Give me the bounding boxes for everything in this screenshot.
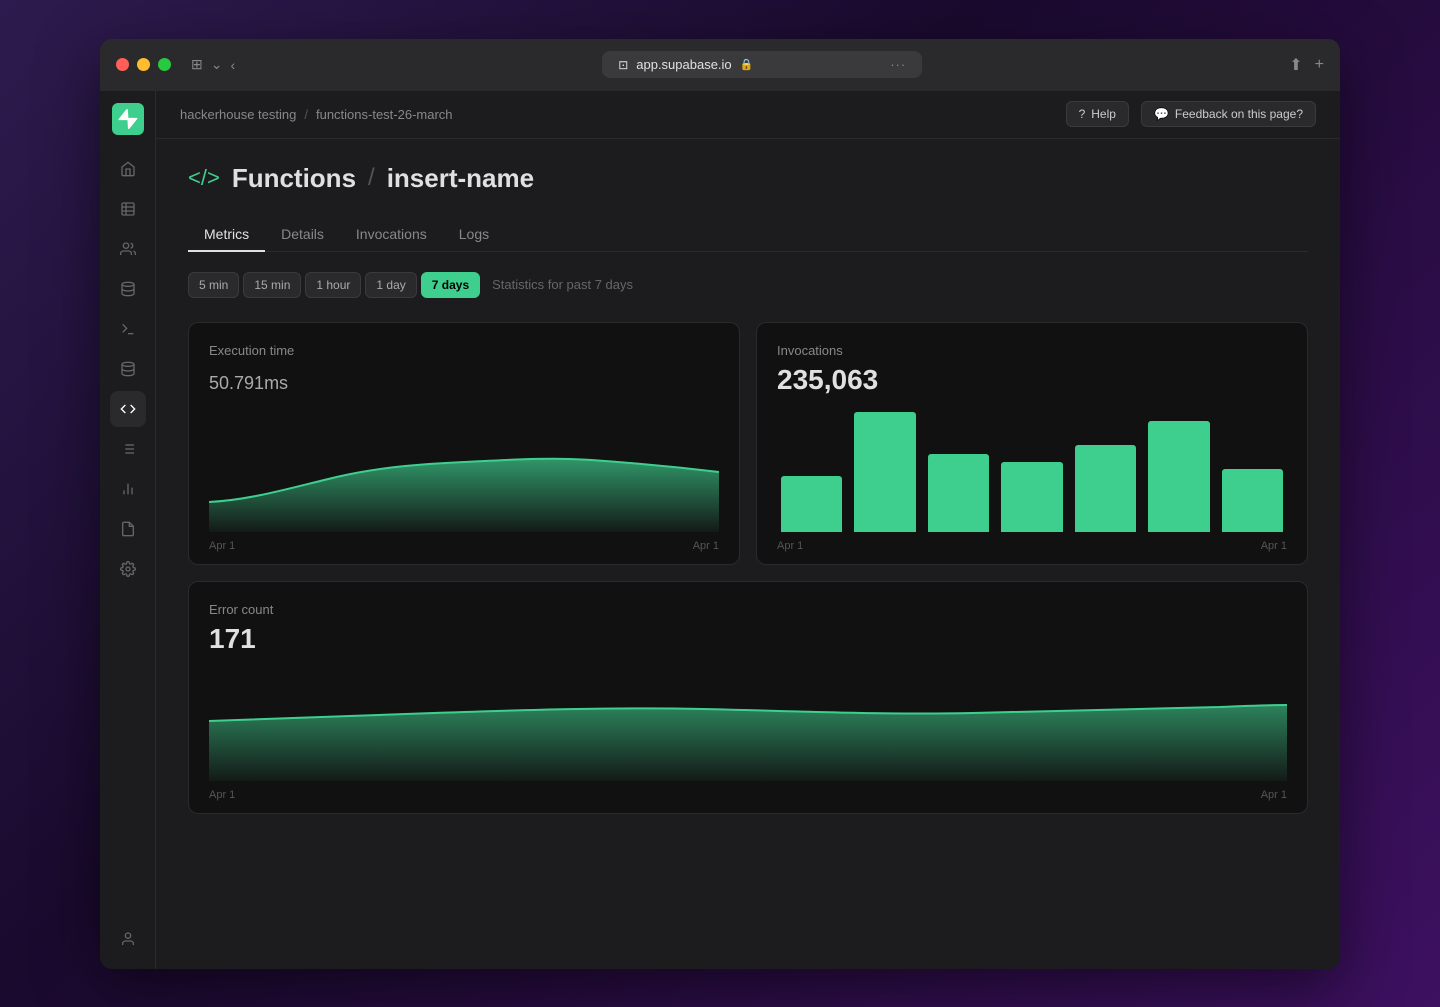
titlebar-controls: ⊞ ⌄ ‹ <box>191 56 235 73</box>
bar-4 <box>1001 462 1062 532</box>
help-icon: ? <box>1079 107 1086 121</box>
close-button[interactable] <box>116 58 129 71</box>
top-nav: hackerhouse testing / functions-test-26-… <box>156 91 1340 139</box>
error-count-dates: Apr 1 Apr 1 <box>209 789 1287 801</box>
sidebar-item-users[interactable] <box>110 231 146 267</box>
bar-5 <box>1075 445 1136 531</box>
sidebar-item-storage[interactable] <box>110 271 146 307</box>
time-filter: 5 min 15 min 1 hour 1 day 7 days Statist… <box>188 272 1308 298</box>
page-header: </> Functions / insert-name <box>188 163 1308 194</box>
sidebar-item-database[interactable] <box>110 351 146 387</box>
page-title: Functions <box>232 163 356 194</box>
content-area: </> Functions / insert-name Metrics Deta… <box>156 139 1340 969</box>
error-count-value: 171 <box>209 623 1287 655</box>
maximize-button[interactable] <box>158 58 171 71</box>
sidebar-item-profile[interactable] <box>110 921 146 957</box>
sidebar <box>100 91 156 969</box>
sidebar-item-settings[interactable] <box>110 551 146 587</box>
share-icon[interactable]: ⬆ <box>1289 55 1302 75</box>
execution-time-card: Execution time 50.791ms <box>188 322 740 565</box>
sidebar-item-home[interactable] <box>110 151 146 187</box>
breadcrumb-page[interactable]: functions-test-26-march <box>316 107 453 122</box>
chat-icon: 💬 <box>1154 107 1169 121</box>
bar-3 <box>928 454 989 532</box>
titlebar: ⊞ ⌄ ‹ ⊡ app.supabase.io 🔒 ··· ⬆ + <box>100 39 1340 91</box>
sidebar-item-logs[interactable] <box>110 431 146 467</box>
sidebar-item-reports[interactable] <box>110 471 146 507</box>
tab-nav: Metrics Details Invocations Logs <box>188 218 1308 252</box>
feedback-button[interactable]: 💬 Feedback on this page? <box>1141 101 1316 127</box>
traffic-lights <box>116 58 171 71</box>
page-subtitle: insert-name <box>387 163 534 194</box>
filter-15min[interactable]: 15 min <box>243 272 301 298</box>
url-display[interactable]: ⊡ app.supabase.io 🔒 ··· <box>602 51 922 78</box>
page-title-sep: / <box>368 164 375 192</box>
tab-logs[interactable]: Logs <box>443 218 505 252</box>
supabase-logo[interactable] <box>112 103 144 135</box>
titlebar-right: ⬆ + <box>1289 55 1324 75</box>
invocations-card: Invocations 235,063 Apr 1 <box>756 322 1308 565</box>
bar-6 <box>1148 421 1209 531</box>
breadcrumb-project[interactable]: hackerhouse testing <box>180 107 296 122</box>
tab-metrics[interactable]: Metrics <box>188 218 265 252</box>
more-dots-icon[interactable]: ··· <box>890 57 906 72</box>
tab-details[interactable]: Details <box>265 218 340 252</box>
bar-7 <box>1222 469 1283 531</box>
breadcrumb-sep1: / <box>304 107 308 122</box>
filter-5min[interactable]: 5 min <box>188 272 239 298</box>
invocations-label: Invocations <box>777 343 1287 358</box>
execution-time-value: 50.791ms <box>209 364 719 396</box>
chevron-down-icon[interactable]: ⌄ <box>211 56 223 73</box>
invocations-bar-chart <box>777 412 1287 532</box>
filter-1day[interactable]: 1 day <box>365 272 416 298</box>
bar-2 <box>854 412 915 532</box>
page-icon: ⊡ <box>618 58 628 72</box>
filter-1hour[interactable]: 1 hour <box>305 272 361 298</box>
error-count-card: Error count 171 <box>188 581 1308 814</box>
top-nav-right: ? Help 💬 Feedback on this page? <box>1066 101 1316 127</box>
address-bar: ⊡ app.supabase.io 🔒 ··· <box>247 51 1277 78</box>
tab-invocations[interactable]: Invocations <box>340 218 443 252</box>
app-window: ⊞ ⌄ ‹ ⊡ app.supabase.io 🔒 ··· ⬆ + <box>100 39 1340 969</box>
bar-1 <box>781 476 842 531</box>
back-icon[interactable]: ‹ <box>230 57 235 73</box>
main-layout: hackerhouse testing / functions-test-26-… <box>100 91 1340 969</box>
sidebar-item-table[interactable] <box>110 191 146 227</box>
breadcrumb: hackerhouse testing / functions-test-26-… <box>180 107 453 122</box>
error-count-chart <box>209 671 1287 781</box>
sidebar-item-functions[interactable] <box>110 391 146 427</box>
functions-icon: </> <box>188 165 220 191</box>
lock-icon: 🔒 <box>740 58 754 71</box>
new-tab-icon[interactable]: + <box>1315 56 1324 74</box>
charts-grid: Execution time 50.791ms <box>188 322 1308 565</box>
invocations-dates: Apr 1 Apr 1 <box>777 540 1287 552</box>
execution-time-label: Execution time <box>209 343 719 358</box>
url-text: app.supabase.io <box>636 57 731 72</box>
error-count-label: Error count <box>209 602 1287 617</box>
minimize-button[interactable] <box>137 58 150 71</box>
filter-7days[interactable]: 7 days <box>421 272 480 298</box>
execution-time-chart <box>209 412 719 532</box>
stats-period-label: Statistics for past 7 days <box>492 277 633 292</box>
execution-time-dates: Apr 1 Apr 1 <box>209 540 719 552</box>
help-button[interactable]: ? Help <box>1066 101 1129 127</box>
invocations-value: 235,063 <box>777 364 1287 396</box>
sidebar-toggle-icon[interactable]: ⊞ <box>191 56 203 73</box>
sidebar-item-docs[interactable] <box>110 511 146 547</box>
sidebar-item-terminal[interactable] <box>110 311 146 347</box>
